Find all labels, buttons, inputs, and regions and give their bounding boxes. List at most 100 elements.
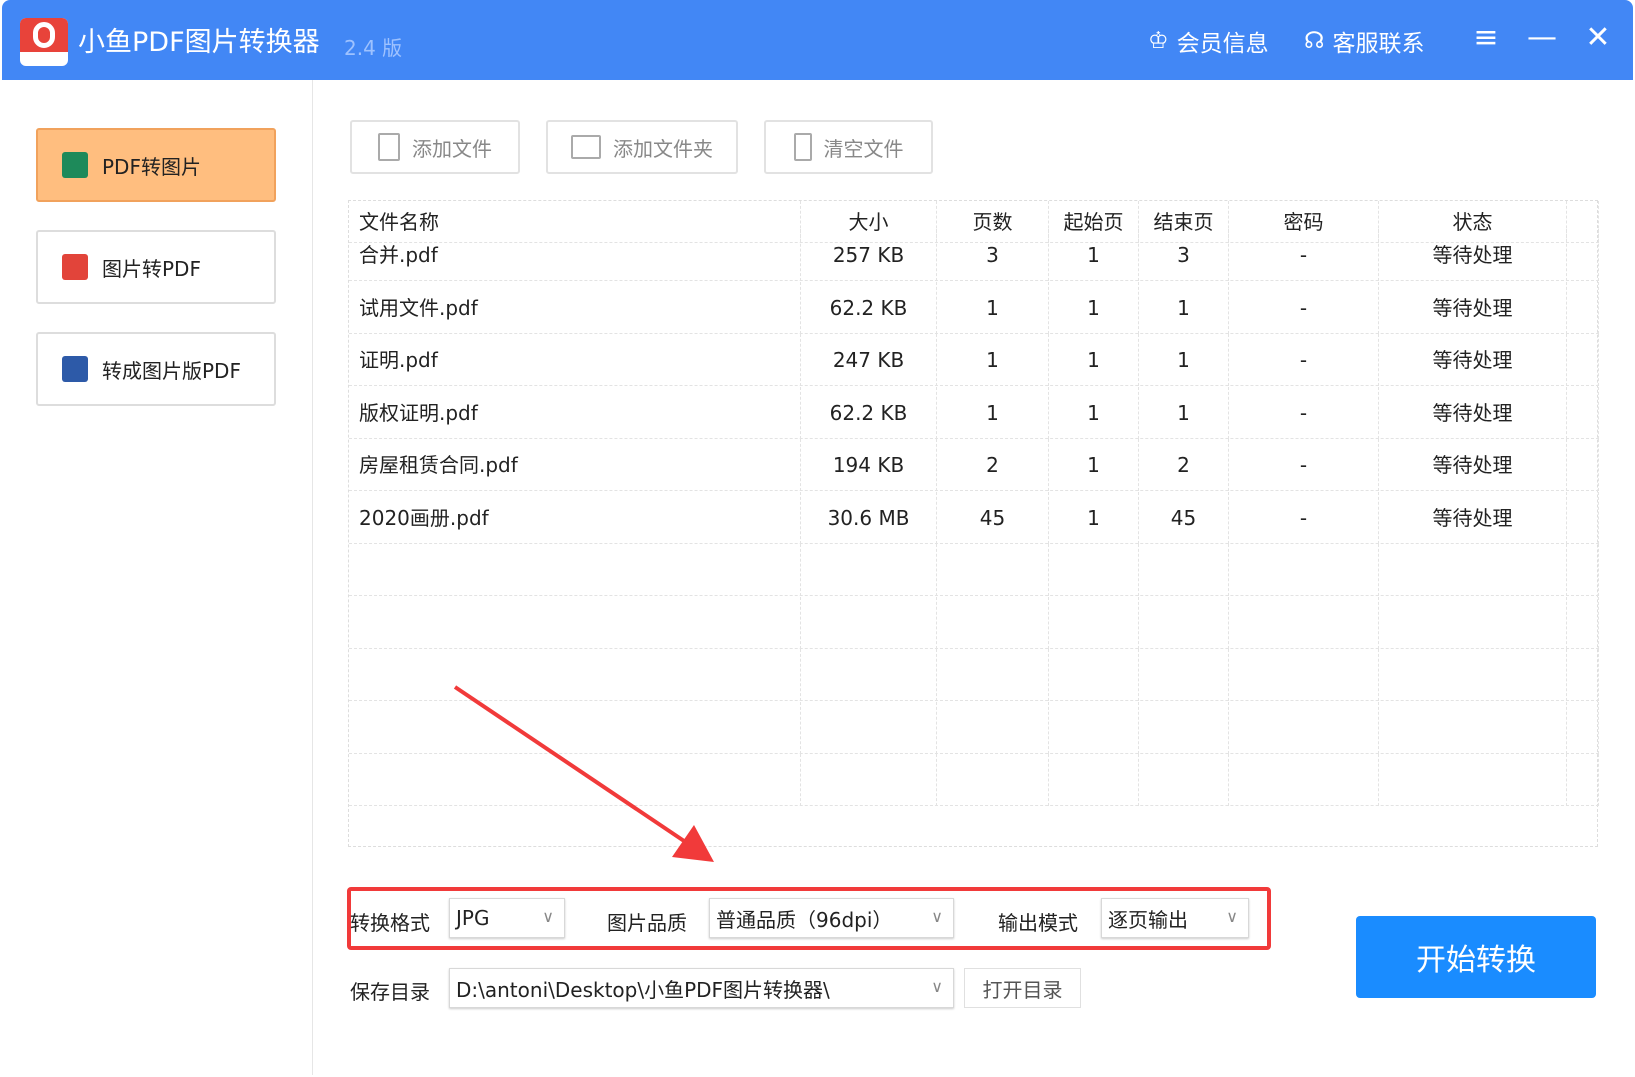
format-select[interactable]: JPG ∨: [449, 898, 565, 938]
open-dir-button[interactable]: 打开目录: [964, 968, 1081, 1008]
table-row[interactable]: 试用文件.pdf62.2 KB111-等待处理: [349, 282, 1599, 334]
quality-select[interactable]: 普通品质（96dpi） ∨: [709, 898, 954, 938]
table-cell: [937, 597, 1049, 649]
add-file-icon: [378, 133, 400, 161]
table-cell: [1567, 492, 1599, 544]
chevron-down-icon: ∨: [931, 907, 943, 926]
table-cell: -: [1229, 334, 1379, 386]
table-cell: [349, 702, 801, 754]
table-row[interactable]: [349, 754, 1599, 806]
table-cell: 62.2 KB: [801, 387, 937, 439]
table-cell: -: [1229, 387, 1379, 439]
table-cell: [1379, 597, 1567, 649]
table-cell: [1567, 282, 1599, 334]
table-cell: 合并.pdf: [349, 229, 801, 281]
quality-label: 图片品质: [607, 907, 687, 936]
table-row[interactable]: [349, 649, 1599, 701]
table-row[interactable]: 证明.pdf247 KB111-等待处理: [349, 334, 1599, 386]
sidebar-item-label: PDF转图片: [102, 151, 201, 180]
table-cell: [1379, 544, 1567, 596]
mode-value: 逐页输出: [1108, 904, 1188, 933]
add-folder-label: 添加文件夹: [613, 133, 713, 162]
format-label: 转换格式: [350, 907, 430, 936]
table-cell: 1: [937, 334, 1049, 386]
member-info-link[interactable]: ♔ 会员信息: [1148, 24, 1269, 58]
file-table: 文件名称大小页数起始页结束页密码状态合并.pdf257 KB313-等待处理试用…: [348, 200, 1598, 847]
table-cell: [1139, 649, 1229, 701]
chevron-down-icon: ∨: [1226, 907, 1238, 926]
member-info-label: 会员信息: [1177, 24, 1269, 58]
table-cell: -: [1229, 439, 1379, 491]
app-version: 2.4 版: [344, 32, 402, 61]
table-cell: [1139, 597, 1229, 649]
close-icon[interactable]: ✕: [1578, 20, 1618, 55]
table-cell: [349, 649, 801, 701]
table-cell: [349, 754, 801, 806]
table-row[interactable]: 版权证明.pdf62.2 KB111-等待处理: [349, 387, 1599, 439]
table-cell: 3: [937, 229, 1049, 281]
table-cell: [1229, 754, 1379, 806]
table-cell: [1567, 754, 1599, 806]
add-folder-button[interactable]: 添加文件夹: [546, 120, 738, 174]
table-row[interactable]: 房屋租赁合同.pdf194 KB212-等待处理: [349, 439, 1599, 491]
sidebar-item-image-to-pdf[interactable]: 图片转PDF: [36, 230, 276, 304]
start-convert-button[interactable]: 开始转换: [1356, 916, 1596, 998]
table-cell: [349, 544, 801, 596]
table-cell: [1379, 754, 1567, 806]
add-file-label: 添加文件: [412, 133, 492, 162]
table-cell: 30.6 MB: [801, 492, 937, 544]
add-folder-icon: [571, 135, 601, 159]
sidebar-item-label: 图片转PDF: [102, 253, 201, 282]
mode-select[interactable]: 逐页输出 ∨: [1101, 898, 1249, 938]
table-row[interactable]: 2020画册.pdf30.6 MB45145-等待处理: [349, 492, 1599, 544]
support-label: 客服联系: [1332, 24, 1424, 58]
table-cell: 1: [1139, 387, 1229, 439]
chevron-down-icon: ∨: [542, 907, 554, 926]
table-cell: 1: [1139, 282, 1229, 334]
table-cell: 证明.pdf: [349, 334, 801, 386]
table-cell: [937, 544, 1049, 596]
minimize-icon[interactable]: —: [1522, 20, 1562, 55]
table-cell: 1: [937, 282, 1049, 334]
crown-icon: ♔: [1148, 28, 1169, 54]
table-cell: [801, 597, 937, 649]
save-dir-value: D:\antoni\Desktop\小鱼PDF图片转换器\: [456, 974, 830, 1003]
save-dir-select[interactable]: D:\antoni\Desktop\小鱼PDF图片转换器\∨: [449, 968, 954, 1008]
support-link[interactable]: ☊客服联系: [1304, 24, 1424, 58]
table-row[interactable]: [349, 544, 1599, 596]
format-value: JPG: [456, 906, 489, 930]
table-cell: [1229, 649, 1379, 701]
table-cell: 194 KB: [801, 439, 937, 491]
table-cell: [1567, 649, 1599, 701]
table-cell: [801, 702, 937, 754]
table-cell: 45: [937, 492, 1049, 544]
table-cell: 版权证明.pdf: [349, 387, 801, 439]
table-cell: [1049, 649, 1139, 701]
table-cell: 62.2 KB: [801, 282, 937, 334]
menu-icon[interactable]: ≡: [1466, 20, 1506, 55]
app-title: 小鱼PDF图片转换器: [78, 20, 320, 59]
table-cell: [1139, 702, 1229, 754]
table-row[interactable]: 合并.pdf257 KB313-等待处理: [349, 229, 1599, 281]
quality-value: 普通品质（96dpi）: [716, 904, 892, 933]
table-cell: [937, 649, 1049, 701]
sidebar-item-image-pdf[interactable]: 转成图片版PDF: [36, 332, 276, 406]
table-cell: [1567, 597, 1599, 649]
table-cell: [801, 544, 937, 596]
table-cell: 2: [937, 439, 1049, 491]
table-cell: 1: [1139, 334, 1229, 386]
table-cell: 1: [1049, 387, 1139, 439]
table-cell: -: [1229, 282, 1379, 334]
clear-files-button[interactable]: 清空文件: [764, 120, 933, 174]
table-cell: [937, 754, 1049, 806]
table-cell: 257 KB: [801, 229, 937, 281]
sidebar-item-pdf-to-image[interactable]: PDF转图片: [36, 128, 276, 202]
add-file-button[interactable]: 添加文件: [350, 120, 520, 174]
table-row[interactable]: [349, 702, 1599, 754]
table-cell: [801, 754, 937, 806]
table-cell: 3: [1139, 229, 1229, 281]
table-cell: [801, 649, 937, 701]
table-cell: [1049, 544, 1139, 596]
table-row[interactable]: [349, 597, 1599, 649]
table-cell: 等待处理: [1379, 387, 1567, 439]
